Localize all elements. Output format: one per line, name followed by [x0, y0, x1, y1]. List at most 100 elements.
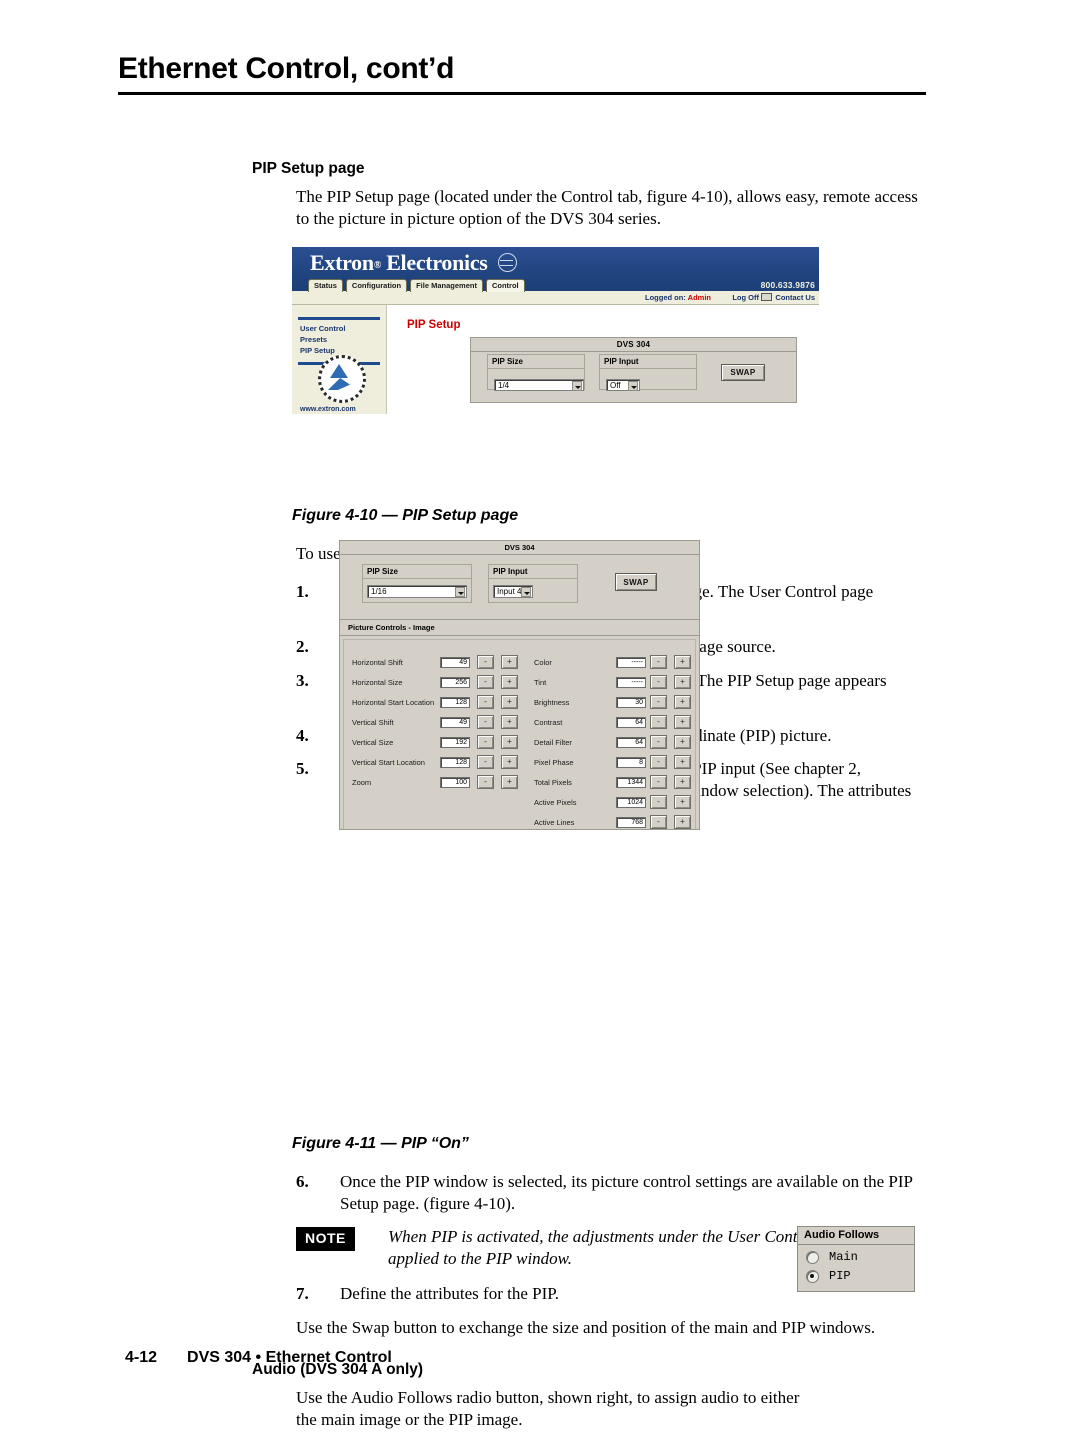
swap-button-paragraph: Use the Swap button to exchange the size… [296, 1317, 876, 1337]
increment-button[interactable]: + [674, 815, 691, 829]
control-value-field[interactable]: 128 [440, 697, 470, 708]
increment-button[interactable]: + [674, 695, 691, 709]
swap-button[interactable]: SWAP [721, 364, 765, 381]
steps-list-2: 6. Once the PIP window is selected, its … [0, 1171, 1080, 1215]
tab-file-management[interactable]: File Management [410, 278, 483, 292]
radio-icon-pip[interactable] [806, 1269, 819, 1283]
chevron-down-icon-4[interactable] [521, 587, 531, 597]
picture-controls-header: Picture Controls - Image [340, 620, 699, 636]
decrement-button[interactable]: - [650, 775, 667, 789]
sidebar-item-user-control[interactable]: User Control [300, 324, 386, 335]
pip-size-label: PIP Size [488, 355, 584, 369]
decrement-button[interactable]: - [650, 675, 667, 689]
decrement-button[interactable]: - [477, 755, 494, 769]
control-value-field[interactable]: 1344 [616, 777, 646, 788]
increment-button[interactable]: + [501, 655, 518, 669]
increment-button[interactable]: + [501, 775, 518, 789]
increment-button[interactable]: + [501, 715, 518, 729]
control-value-field[interactable]: 256 [440, 677, 470, 688]
globe-icon [497, 253, 517, 272]
control-value-field[interactable]: 768 [616, 817, 646, 828]
chevron-down-icon-2[interactable] [628, 381, 638, 391]
sidebar-website-url[interactable]: www.extron.com [300, 406, 356, 413]
decrement-button[interactable]: - [477, 695, 494, 709]
decrement-button[interactable]: - [477, 735, 494, 749]
contact-us-link[interactable]: Contact Us [761, 293, 815, 302]
control-row: Horizontal Start Location [352, 696, 438, 711]
control-value-field[interactable]: 49 [440, 657, 470, 668]
logged-on-user: Admin [687, 293, 711, 302]
control-label: Vertical Shift [352, 718, 394, 728]
increment-button[interactable]: + [674, 795, 691, 809]
radio-icon-main[interactable] [806, 1250, 819, 1264]
chevron-down-icon-3[interactable] [455, 587, 465, 597]
step-number: 7. [296, 1283, 309, 1303]
decrement-button[interactable]: - [650, 655, 667, 669]
decrement-button[interactable]: - [477, 675, 494, 689]
pip-size-select-2[interactable]: 1/16 [367, 585, 467, 598]
control-value-field[interactable]: 30 [616, 697, 646, 708]
control-value-field[interactable]: 8 [616, 757, 646, 768]
decrement-button[interactable]: - [477, 655, 494, 669]
sidebar-item-presets[interactable]: Presets [300, 335, 386, 346]
control-value-field[interactable]: 192 [440, 737, 470, 748]
increment-button[interactable]: + [674, 735, 691, 749]
control-value-field[interactable]: 100 [440, 777, 470, 788]
header-divider [118, 92, 926, 95]
decrement-button[interactable]: - [477, 775, 494, 789]
control-row: Detail Filter [534, 736, 612, 751]
decrement-button[interactable]: - [650, 755, 667, 769]
pip-size-field: PIP Size 1/4 [487, 354, 585, 391]
page-header: Ethernet Control, cont’d [118, 52, 926, 95]
increment-button[interactable]: + [674, 675, 691, 689]
decrement-button[interactable]: - [650, 715, 667, 729]
increment-button[interactable]: + [501, 695, 518, 709]
pip-input-field: PIP Input Off [599, 354, 697, 391]
log-off-link[interactable]: Log Off [732, 293, 759, 302]
increment-button[interactable]: + [674, 655, 691, 669]
decrement-button[interactable]: - [477, 715, 494, 729]
increment-button[interactable]: + [501, 755, 518, 769]
control-label: Zoom [352, 778, 372, 788]
control-value-field[interactable]: ----- [616, 677, 646, 688]
nav-tabs: Status Configuration File Management Con… [308, 278, 525, 292]
tab-status[interactable]: Status [308, 278, 343, 292]
control-value-field[interactable]: 128 [440, 757, 470, 768]
pip-size-select[interactable]: 1/4 [494, 379, 584, 391]
brand-name: Extron [310, 250, 374, 275]
swap-button-2[interactable]: SWAP [615, 573, 657, 591]
section-heading-pip-setup: PIP Setup page [252, 160, 365, 177]
control-label: Horizontal Start Location [352, 698, 435, 708]
picture-controls-body: Horizontal Shift 49- + Horizontal Size 256- +… [343, 639, 696, 829]
increment-button[interactable]: + [674, 775, 691, 789]
decrement-button[interactable]: - [650, 735, 667, 749]
decrement-button[interactable]: - [650, 815, 667, 829]
control-label: Total Pixels [534, 778, 572, 788]
pip-size-value: 1/4 [498, 381, 510, 390]
control-value-field[interactable]: ----- [616, 657, 646, 668]
tab-configuration[interactable]: Configuration [345, 278, 408, 292]
pip-size-value-2: 1/16 [371, 587, 387, 596]
control-value-field[interactable]: 1024 [616, 797, 646, 808]
increment-button[interactable]: + [501, 675, 518, 689]
control-value-field[interactable]: 64 [616, 737, 646, 748]
increment-button[interactable]: + [674, 715, 691, 729]
control-label: Detail Filter [534, 738, 572, 748]
sidebar: User Control Presets PIP Setup www.extro… [292, 305, 387, 414]
decrement-button[interactable]: - [650, 795, 667, 809]
footer-text: DVS 304 • Ethernet Control [187, 1349, 392, 1366]
increment-button[interactable]: + [674, 755, 691, 769]
control-label: Active Pixels [534, 798, 577, 808]
increment-button[interactable]: + [501, 735, 518, 749]
control-value-field[interactable]: 64 [616, 717, 646, 728]
chevron-down-icon[interactable] [572, 381, 582, 391]
control-value-field[interactable]: 49 [440, 717, 470, 728]
radio-option-main[interactable]: Main [806, 1250, 914, 1264]
pip-input-select[interactable]: Off [606, 379, 640, 391]
control-label: Pixel Phase [534, 758, 574, 768]
radio-option-pip[interactable]: PIP [806, 1269, 914, 1283]
pip-input-select-2[interactable]: Input 4 [493, 585, 533, 598]
decrement-button[interactable]: - [650, 695, 667, 709]
pip-setup-intro-paragraph: The PIP Setup page (located under the Co… [296, 187, 918, 229]
tab-control[interactable]: Control [485, 278, 525, 292]
